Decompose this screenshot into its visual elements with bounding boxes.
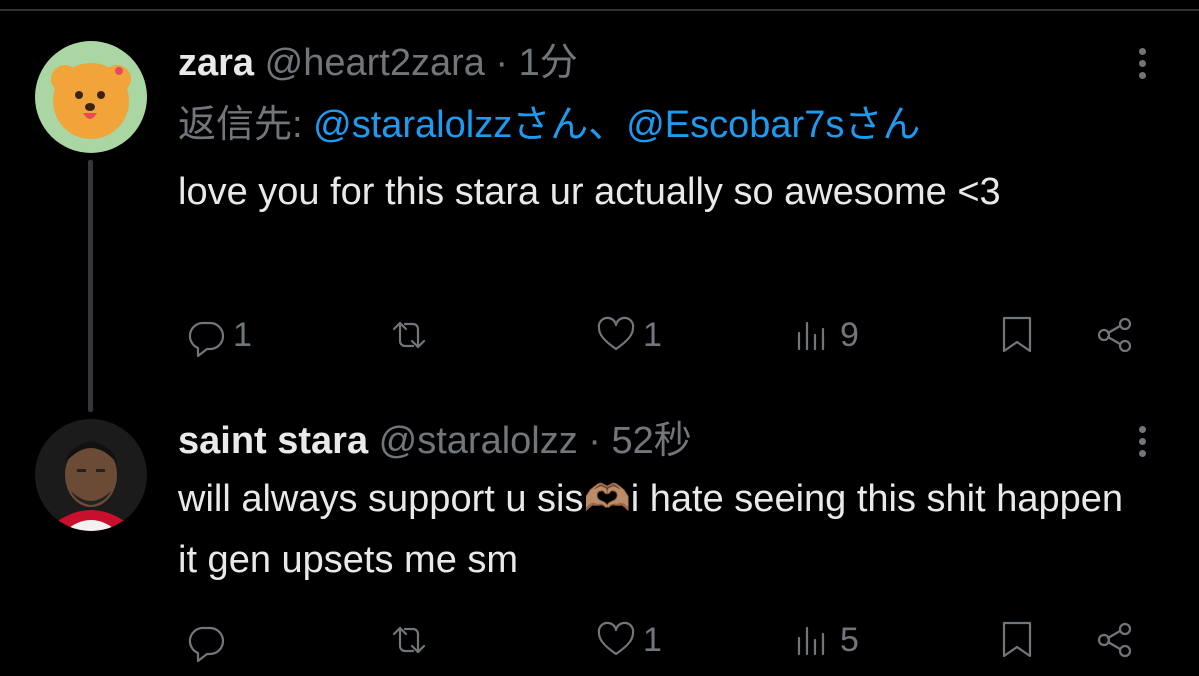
separator: ·	[484, 42, 519, 84]
tweet-header: zara @heart2zara · 1分	[178, 41, 578, 85]
more-icon[interactable]	[1129, 44, 1155, 84]
retweet-button[interactable]	[386, 615, 436, 665]
tweet-text: will always support u sis🫶🏽i hate seeing…	[178, 478, 1124, 581]
bookmark-icon	[1002, 316, 1032, 353]
reply-user-link[interactable]: @Escobar7s	[626, 104, 844, 146]
reply-to-line: 返信先: @staralolzzさん、@Escobar7sさん	[178, 102, 920, 148]
bookmark-icon	[1002, 621, 1032, 658]
reply-count: 1	[233, 315, 252, 354]
bookmark-button[interactable]	[994, 615, 1040, 665]
reply-prefix: 返信先:	[178, 104, 314, 146]
views-button[interactable]: 5	[790, 615, 859, 665]
avatar[interactable]	[35, 419, 147, 531]
thread-line	[88, 160, 93, 412]
reply-user-link[interactable]: @staralolzz	[313, 104, 512, 146]
like-button[interactable]: 1	[593, 615, 662, 665]
share-button[interactable]	[1092, 310, 1138, 360]
timestamp[interactable]: 52秒	[612, 420, 692, 462]
retweet-button[interactable]	[386, 310, 436, 360]
retweet-icon	[392, 626, 426, 654]
reply-button[interactable]	[183, 615, 233, 665]
avatar[interactable]	[35, 41, 147, 153]
views-icon	[797, 626, 825, 656]
reply-icon	[188, 626, 225, 663]
share-button[interactable]	[1092, 615, 1138, 665]
views-count: 5	[840, 620, 859, 659]
display-name[interactable]: saint stara	[178, 420, 368, 462]
handle[interactable]: @staralolzz	[379, 420, 578, 462]
tweet-saint-stara[interactable]: saint stara @staralolzz · 52秒 will alway…	[0, 400, 1199, 676]
handle[interactable]: @heart2zara	[265, 42, 485, 84]
tweet-text: love you for this stara ur actually so a…	[178, 171, 1001, 213]
tweet-header: saint stara @staralolzz · 52秒	[178, 419, 692, 463]
like-icon	[597, 621, 635, 656]
display-name[interactable]: zara	[178, 42, 254, 84]
like-count: 1	[643, 620, 662, 659]
share-icon	[1097, 317, 1132, 353]
views-icon	[797, 321, 825, 351]
action-bar: 1 1 9	[0, 310, 1199, 360]
views-count: 9	[840, 315, 859, 354]
like-icon	[597, 316, 635, 351]
retweet-icon	[392, 321, 426, 349]
reply-icon	[188, 321, 225, 358]
share-icon	[1097, 622, 1132, 658]
reply-button[interactable]: 1	[183, 310, 252, 360]
more-icon[interactable]	[1129, 422, 1155, 462]
like-button[interactable]: 1	[593, 310, 662, 360]
reply-suffix: さん	[844, 104, 921, 146]
action-bar: 1 5	[0, 615, 1199, 665]
separator: ·	[577, 420, 612, 462]
like-count: 1	[643, 315, 662, 354]
timestamp[interactable]: 1分	[519, 42, 578, 84]
views-button[interactable]: 9	[790, 310, 859, 360]
reply-suffix: さん、	[512, 104, 627, 146]
bookmark-button[interactable]	[994, 310, 1040, 360]
tweet-zara[interactable]: zara @heart2zara · 1分 返信先: @staralolzzさん…	[0, 0, 1199, 412]
